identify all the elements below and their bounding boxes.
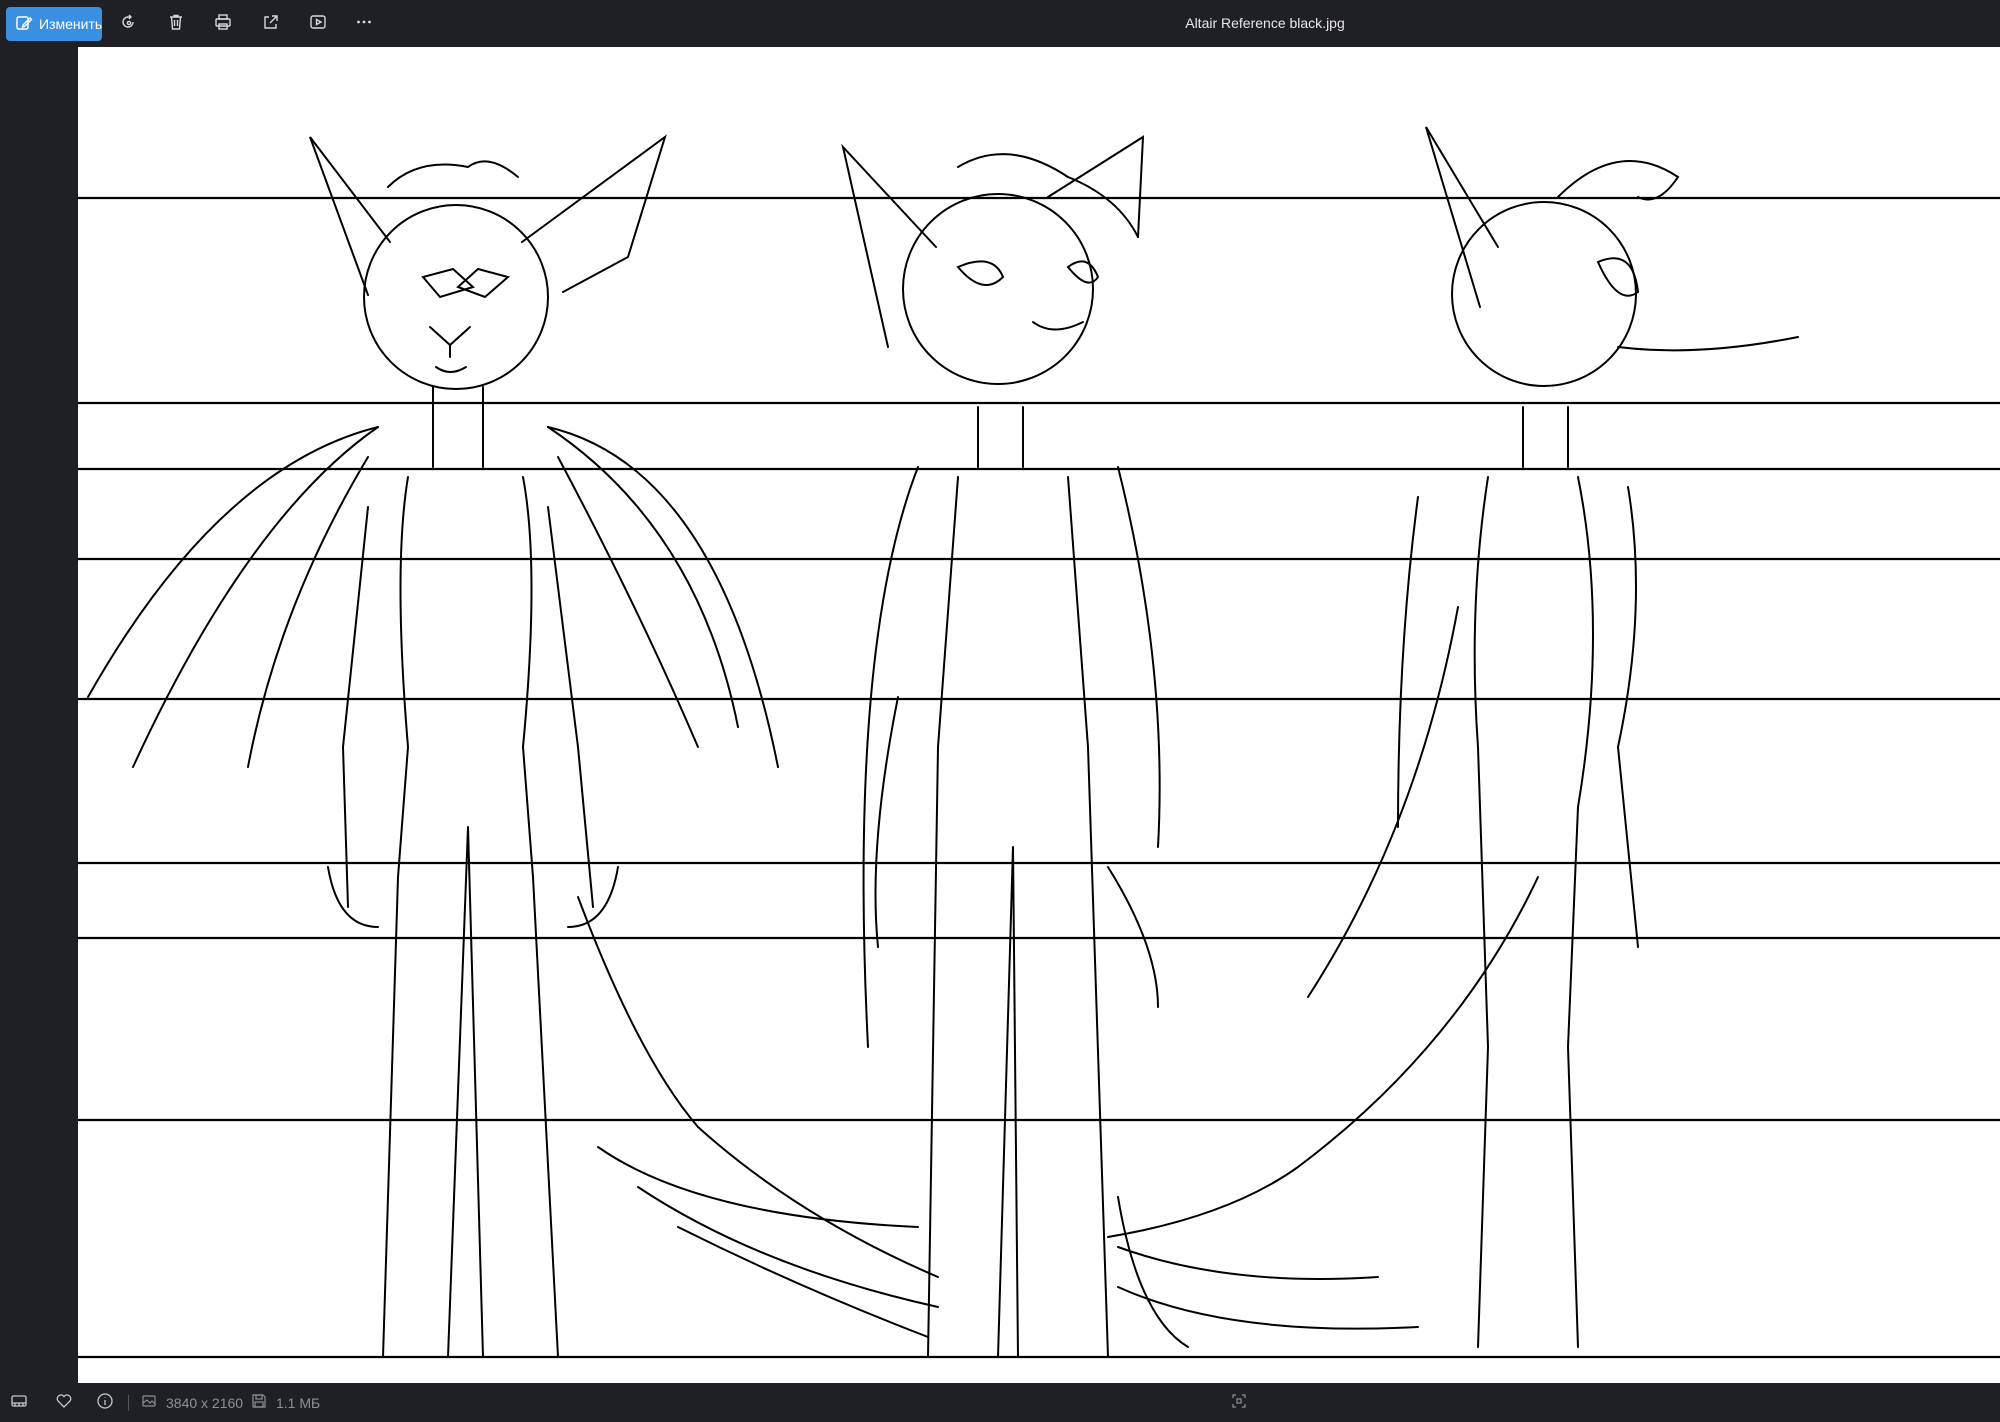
character-reference-sketch <box>78 126 2000 1359</box>
slideshow-icon <box>309 13 327 36</box>
save-icon <box>250 1392 268 1413</box>
top-toolbar: Изменить Altair Reference black.jpg <box>0 0 2000 47</box>
figure-back-view <box>1107 126 1799 1348</box>
slideshow-button[interactable] <box>304 10 332 38</box>
figure-front-view <box>87 134 939 1358</box>
file-info-button[interactable] <box>96 1392 114 1413</box>
print-button[interactable] <box>209 10 237 38</box>
file-size: 1.1 МБ <box>250 1392 320 1413</box>
delete-button[interactable] <box>162 10 190 38</box>
more-icon <box>355 13 373 36</box>
share-button[interactable] <box>257 10 285 38</box>
dimensions-text: 3840 x 2160 <box>166 1394 244 1411</box>
edit-button-label: Изменить <box>39 16 103 32</box>
edit-icon <box>15 14 33 35</box>
edit-button[interactable]: Изменить <box>6 7 102 41</box>
heart-icon <box>55 1392 73 1413</box>
file-size-text: 1.1 МБ <box>276 1394 321 1411</box>
image-canvas[interactable] <box>78 47 2000 1383</box>
delete-icon <box>167 13 185 36</box>
filmstrip-icon <box>10 1392 28 1413</box>
favorite-button[interactable] <box>55 1392 73 1413</box>
fit-screen-icon <box>1230 1392 1248 1413</box>
status-separator <box>128 1395 129 1411</box>
share-icon <box>262 13 280 36</box>
rotate-icon <box>119 13 137 36</box>
window-title: Altair Reference black.jpg <box>1185 15 1345 31</box>
image-dimensions: 3840 x 2160 <box>140 1392 243 1413</box>
dimensions-icon <box>140 1392 158 1413</box>
more-options-button[interactable] <box>350 10 378 38</box>
fit-to-window-button[interactable] <box>1230 1392 1248 1413</box>
print-icon <box>214 13 232 36</box>
rotate-button[interactable] <box>114 10 142 38</box>
left-rail <box>0 47 78 1383</box>
guide-lines <box>78 196 2000 1359</box>
filmstrip-toggle-button[interactable] <box>10 1392 28 1413</box>
info-icon <box>96 1392 114 1413</box>
figure-three-quarter-view <box>841 135 1161 1358</box>
status-bar: 3840 x 2160 1.1 МБ <box>0 1383 2000 1422</box>
